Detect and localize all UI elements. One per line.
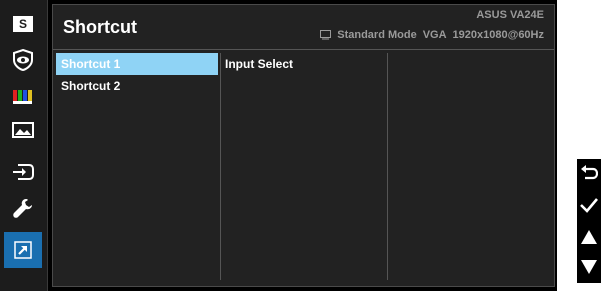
sidebar-item-input[interactable]	[4, 154, 42, 190]
sidebar-item-image[interactable]	[4, 112, 42, 148]
down-arrow-icon	[581, 260, 597, 274]
main-panel: Shortcut ASUS VA24E Standard Mode VGA 19…	[52, 4, 555, 287]
image-icon	[12, 122, 34, 138]
sidebar-item-splendid[interactable]: S	[4, 6, 42, 42]
down-button[interactable]	[577, 255, 601, 279]
menu-item-shortcut-1[interactable]: Shortcut 1	[56, 53, 218, 75]
status-line: Standard Mode VGA 1920x1080@60Hz	[320, 29, 544, 41]
color-icon	[13, 90, 32, 104]
monitor-model: ASUS VA24E	[476, 9, 544, 21]
sidebar-item-color[interactable]	[4, 78, 42, 114]
eye-care-icon	[13, 49, 33, 71]
input-label: VGA	[422, 29, 447, 41]
sidebar-item-shortcut[interactable]	[4, 232, 42, 268]
submenu-value[interactable]: Input Select	[225, 53, 293, 75]
button-hints	[577, 159, 601, 283]
confirm-check-icon	[580, 198, 598, 213]
up-button[interactable]	[577, 225, 601, 249]
menu-item-shortcut-2[interactable]: Shortcut 2	[56, 75, 218, 97]
splendid-s-icon: S	[13, 16, 33, 32]
osd-menu: S Shortcut ASUS VA24E Standard Mode VGA …	[0, 0, 557, 291]
input-select-icon	[13, 164, 34, 180]
sidebar: S	[0, 0, 48, 291]
back-icon	[581, 165, 598, 180]
svg-text:S: S	[19, 17, 27, 31]
page-title: Shortcut	[63, 17, 137, 37]
mode-label: Standard Mode	[337, 29, 417, 41]
sidebar-item-system-setup[interactable]	[4, 190, 42, 226]
shortcut-arrow-icon	[14, 241, 32, 259]
system-setup-wrench-icon	[13, 199, 32, 218]
monitor-icon	[320, 30, 332, 40]
resolution-label: 1920x1080@60Hz	[452, 29, 544, 41]
confirm-button[interactable]	[577, 193, 601, 217]
up-arrow-icon	[581, 230, 597, 244]
column-divider	[220, 53, 221, 280]
sidebar-item-eye-care[interactable]	[4, 42, 42, 78]
header-divider	[53, 49, 554, 50]
back-button[interactable]	[577, 161, 601, 185]
column-divider	[387, 53, 388, 280]
